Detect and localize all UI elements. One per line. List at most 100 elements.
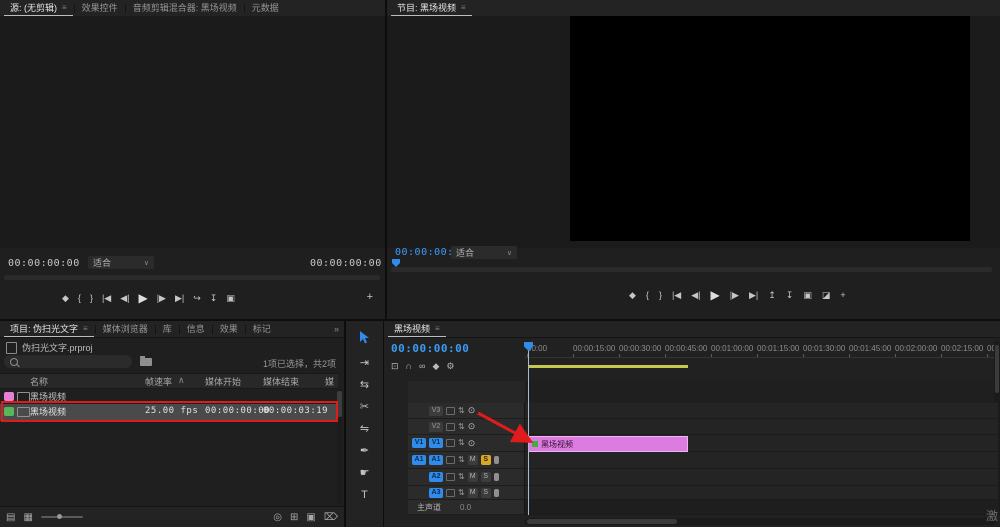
source-zoom-select[interactable]: 适合 ∨ — [88, 256, 154, 269]
go-to-in-button[interactable]: |◀ — [102, 293, 111, 304]
lift-button[interactable]: ↥ — [768, 290, 776, 301]
source-patch-badge[interactable]: A1 — [412, 455, 426, 465]
export-frame-button[interactable]: ▣ — [803, 290, 812, 301]
source-patch-badge[interactable]: V1 — [412, 438, 426, 448]
step-back-button[interactable]: ◀| — [691, 290, 700, 301]
tab-libraries[interactable]: 库 — [157, 321, 178, 337]
column-media-end[interactable]: 媒体结束 — [263, 375, 299, 388]
column-fps[interactable]: 帧速率 — [145, 375, 172, 388]
tab-sequence[interactable]: 黑场视频 ≡ — [388, 321, 446, 337]
track-lane-a3[interactable] — [525, 486, 998, 500]
source-scrubber[interactable] — [4, 275, 380, 280]
item-name[interactable]: 黑场视频 — [30, 405, 66, 418]
track-lane-v2[interactable] — [525, 419, 998, 435]
sync-lock-icon[interactable]: ⇅ — [458, 456, 465, 464]
snap-toggle-icon[interactable]: ∩ — [406, 361, 412, 372]
ripple-edit-tool-icon[interactable]: ⇆ — [360, 380, 369, 391]
comparison-view-button[interactable]: ◪ — [822, 290, 831, 301]
step-forward-button[interactable]: |▶ — [157, 293, 166, 304]
overwrite-button[interactable]: ↧ — [210, 293, 218, 304]
track-target-badge[interactable]: A1 — [429, 455, 443, 465]
tab-source-monitor[interactable]: 源: (无剪辑) ≡ — [4, 0, 73, 16]
column-truncated[interactable]: 媒 — [325, 375, 334, 388]
track-lane-a1[interactable] — [525, 452, 998, 469]
track-target-badge[interactable]: A2 — [429, 472, 443, 482]
sync-lock-icon[interactable]: ⇅ — [458, 407, 465, 415]
timeline-horizontal-scrollbar[interactable] — [525, 518, 995, 525]
source-patch-empty[interactable] — [412, 472, 426, 482]
mute-button[interactable]: M — [468, 488, 478, 498]
extract-button[interactable]: ↧ — [786, 290, 794, 301]
mark-out-button[interactable]: } — [659, 290, 662, 300]
selection-tool-icon[interactable] — [359, 331, 370, 347]
tab-effect-controls[interactable]: 效果控件 — [76, 0, 124, 16]
mute-button[interactable]: M — [468, 455, 478, 465]
type-tool-icon[interactable]: T — [361, 490, 368, 501]
toggle-track-output-icon[interactable]: ⊙ — [468, 422, 476, 431]
zoom-slider[interactable] — [41, 516, 83, 518]
panel-menu-icon[interactable]: ≡ — [461, 0, 466, 16]
track-lock-icon[interactable] — [446, 439, 455, 447]
tab-project[interactable]: 项目: 伪扫光文字 ≡ — [4, 321, 94, 337]
timeline-clip[interactable]: 黑场视频 — [528, 436, 688, 452]
voiceover-record-icon[interactable] — [494, 489, 499, 497]
track-header-a3[interactable]: A3 ⇅ M S — [408, 486, 525, 500]
button-editor-button[interactable]: + — [840, 290, 845, 300]
program-scrubber[interactable] — [391, 267, 992, 272]
tab-overflow-icon[interactable]: » — [334, 324, 339, 334]
add-marker-button[interactable]: ◆ — [62, 293, 69, 304]
project-row-sequence[interactable]: 黑场视频 — [0, 389, 338, 404]
add-marker-button[interactable]: ◆ — [629, 290, 636, 301]
panel-menu-icon[interactable]: ≡ — [62, 0, 67, 16]
new-item-button[interactable]: ▣ — [306, 512, 315, 523]
go-to-out-button[interactable]: ▶| — [749, 290, 758, 301]
play-button[interactable]: ▶ — [138, 291, 147, 305]
column-media-start[interactable]: 媒体开始 — [205, 375, 241, 388]
tab-program-monitor[interactable]: 节目: 黑场视频 ≡ — [391, 0, 472, 16]
source-patch-empty[interactable] — [412, 422, 426, 432]
track-lock-icon[interactable] — [446, 407, 455, 415]
panel-menu-icon[interactable]: ≡ — [435, 321, 440, 337]
tab-markers[interactable]: 标记 — [247, 321, 277, 337]
mute-button[interactable]: M — [468, 472, 478, 482]
track-lock-icon[interactable] — [446, 489, 455, 497]
source-patch-empty[interactable] — [412, 488, 426, 498]
export-frame-button[interactable]: ▣ — [226, 293, 235, 304]
toggle-track-output-icon[interactable]: ⊙ — [468, 439, 476, 448]
new-bin-button[interactable]: ⊞ — [290, 512, 298, 523]
add-marker-button[interactable]: ◆ — [432, 361, 439, 372]
tab-metadata[interactable]: 元数据 — [246, 0, 285, 16]
column-name[interactable]: 名称 — [30, 375, 48, 388]
find-button[interactable]: ◎ — [273, 512, 282, 523]
tab-audio-clip-mixer[interactable]: 音频剪辑混合器: 黑场视频 — [127, 0, 243, 16]
solo-button[interactable]: S — [481, 455, 491, 465]
track-lane-v3[interactable] — [525, 403, 998, 419]
new-search-bin-icon[interactable] — [140, 358, 152, 366]
razor-tool-icon[interactable]: ✂ — [360, 402, 369, 413]
track-target-badge[interactable]: A3 — [429, 488, 443, 498]
tab-media-browser[interactable]: 媒体浏览器 — [97, 321, 154, 337]
go-to-out-button[interactable]: ▶| — [175, 293, 184, 304]
search-input[interactable] — [4, 355, 132, 368]
delete-button[interactable]: ⌦ — [324, 512, 338, 523]
voiceover-record-icon[interactable] — [494, 473, 499, 481]
mark-in-button[interactable]: { — [78, 293, 81, 303]
track-target-badge[interactable]: V1 — [429, 438, 443, 448]
panel-menu-icon[interactable]: ≡ — [83, 321, 88, 337]
pen-tool-icon[interactable]: ✒ — [360, 446, 369, 457]
list-view-button[interactable]: ▤ — [6, 512, 15, 523]
playhead-line[interactable] — [528, 343, 529, 515]
track-lane-a2[interactable] — [525, 469, 998, 486]
go-to-in-button[interactable]: |◀ — [672, 290, 681, 301]
track-select-tool-icon[interactable]: ⇥ — [360, 358, 369, 369]
project-row-selected[interactable]: 黑场视频 25.00 fps 00:00:00:00 00:00:03:19 — [0, 404, 338, 421]
master-track-header[interactable]: 主声道 0.0 — [408, 500, 525, 515]
item-name[interactable]: 黑场视频 — [30, 390, 66, 403]
track-lock-icon[interactable] — [446, 473, 455, 481]
sync-lock-icon[interactable]: ⇅ — [458, 423, 465, 431]
sync-lock-icon[interactable]: ⇅ — [458, 439, 465, 447]
step-forward-button[interactable]: |▶ — [730, 290, 739, 301]
project-list-header[interactable]: 名称 帧速率 ∧ 媒体开始 媒体结束 媒 — [0, 373, 338, 389]
track-lock-icon[interactable] — [446, 423, 455, 431]
project-scrollbar[interactable] — [337, 389, 342, 503]
